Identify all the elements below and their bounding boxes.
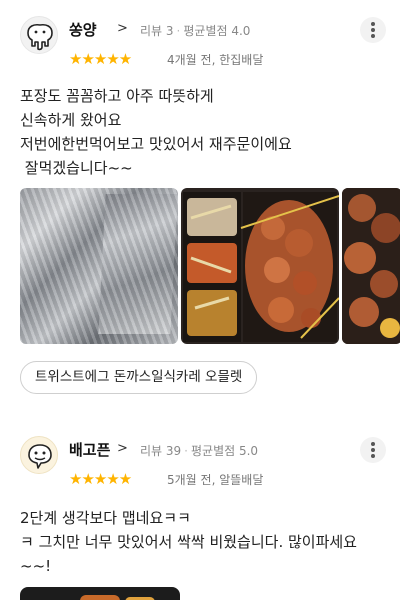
reviewer-meta: 리뷰 39 · 평균별점 5.0 (140, 444, 259, 458)
chevron-right-icon[interactable]: > (117, 441, 128, 456)
food-photo-icon (183, 192, 339, 342)
review-date: 4개월 전, 한집배달 (167, 53, 264, 67)
review-photo[interactable] (20, 587, 180, 600)
review-text: 2단계 생각보다 맵네요ㅋㅋ ㅋ 그치만 너무 맛있어서 싹싹 비웠습니다. 많… (20, 509, 357, 575)
average-rating: 평균별점 5.0 (191, 444, 259, 458)
review-count: 리뷰 39 (140, 444, 182, 458)
star-rating: ★★★★★ (69, 470, 132, 488)
chevron-right-icon[interactable]: > (117, 21, 128, 36)
reviewer-name[interactable]: 쏭양 (69, 19, 97, 40)
average-rating: 평균별점 4.0 (183, 24, 251, 38)
avatar[interactable] (20, 436, 58, 474)
reviewer-name[interactable]: 배고픈 (69, 439, 110, 460)
reviewer-meta: 리뷰 3 · 평균별점 4.0 (140, 24, 251, 38)
hungry-face-icon (28, 444, 52, 469)
review-header: 배고픈 > 리뷰 39 · 평균별점 5.0 ★★★★★ 5개월 전, 알뜰배달 (20, 434, 390, 488)
more-options-button[interactable] (360, 437, 386, 463)
review-date: 5개월 전, 알뜰배달 (167, 473, 264, 487)
review-count: 리뷰 3 (140, 24, 174, 38)
avatar[interactable] (20, 16, 58, 54)
more-options-button[interactable] (360, 17, 386, 43)
review-photo[interactable] (342, 188, 400, 344)
ordered-menu-tag[interactable]: 트위스트에그 돈까스일식카레 오믈렛 (20, 361, 258, 394)
review-text: 포장도 꼼꼼하고 아주 따뜻하게 신속하게 왔어요 저번에한번먹어보고 맛있어서… (20, 87, 292, 177)
review-photo[interactable] (181, 188, 339, 344)
elephant-icon (27, 23, 53, 51)
review-header: 쏭양 > 리뷰 3 · 평균별점 4.0 ★★★★★ 4개월 전, 한집배달 (20, 14, 390, 68)
photo-strip[interactable] (20, 188, 400, 344)
review-photo[interactable] (20, 188, 178, 344)
food-photo-icon (342, 188, 400, 344)
star-rating: ★★★★★ (69, 50, 132, 68)
